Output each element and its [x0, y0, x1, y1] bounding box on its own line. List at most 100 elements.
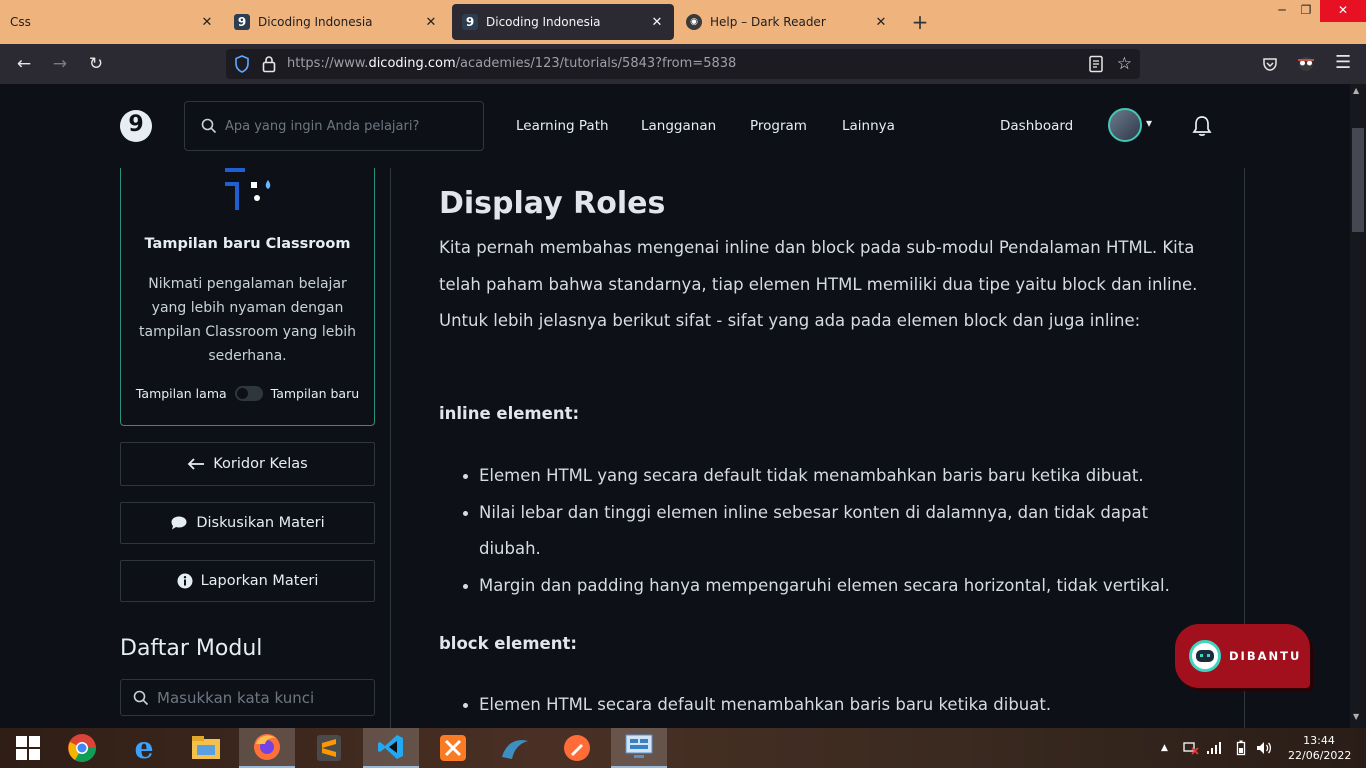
dicoding-favicon-icon: 9	[462, 14, 478, 30]
firefox-icon[interactable]	[239, 728, 295, 768]
nav-langganan[interactable]: Langganan	[641, 118, 716, 134]
close-icon[interactable]: ✕	[646, 15, 668, 30]
postman-icon[interactable]	[549, 728, 605, 768]
card-description: Nikmati pengalaman belajar yang lebih ny…	[139, 276, 356, 364]
site-search[interactable]	[184, 101, 484, 151]
daftar-modul-heading: Daftar Modul	[120, 636, 263, 661]
arrow-left-icon	[187, 458, 205, 470]
tab-title: Dicoding Indonesia	[486, 15, 601, 29]
browser-tab-active[interactable]: 9 Dicoding Indonesia ✕	[452, 4, 674, 40]
classroom-promo-card: Tampilan baru Classroom Nikmati pengalam…	[120, 168, 375, 426]
avatar[interactable]	[1108, 108, 1142, 142]
list-item: Elemen HTML secara default menambahkan b…	[463, 687, 1203, 724]
close-icon[interactable]: ✕	[196, 15, 218, 30]
back-icon[interactable]: ←	[12, 52, 36, 76]
article-title: Display Roles	[439, 186, 666, 221]
pocket-icon[interactable]	[1262, 56, 1278, 72]
dicoding-logo[interactable]: 9	[120, 110, 152, 142]
reload-icon[interactable]: ↻	[84, 52, 108, 76]
close-icon[interactable]: ✕	[420, 15, 442, 30]
tray-expand-icon[interactable]: ▲	[1161, 743, 1168, 753]
bookmark-star-icon[interactable]: ☆	[1117, 54, 1132, 74]
list-item: Nilai lebar dan tinggi elemen inline seb…	[463, 495, 1203, 568]
close-icon[interactable]: ✕	[870, 15, 892, 30]
hamburger-menu-icon[interactable]: ☰	[1335, 52, 1351, 73]
modul-search[interactable]	[120, 679, 375, 716]
chat-bubble-icon	[171, 516, 187, 530]
chrome-icon[interactable]	[54, 728, 110, 768]
lock-icon[interactable]	[262, 55, 276, 73]
url-path: /academies/123/tutorials/5843?from=5838	[455, 56, 737, 71]
laporkan-materi-button[interactable]: Laporkan Materi	[120, 560, 375, 602]
dark-reader-extension-icon[interactable]	[1296, 56, 1316, 72]
address-bar[interactable]: https://www.dicoding.com/academies/123/t…	[226, 49, 1140, 79]
vscode-icon[interactable]	[363, 728, 419, 768]
button-label: Koridor Kelas	[213, 456, 308, 472]
modul-search-input[interactable]	[157, 687, 367, 709]
windows-start-icon[interactable]	[0, 728, 56, 768]
browser-tab[interactable]: ◉ Help – Dark Reader ✕	[676, 0, 898, 44]
window-close-icon[interactable]: ✕	[1320, 0, 1366, 22]
mysql-workbench-icon[interactable]	[487, 728, 543, 768]
block-element-heading: block element:	[439, 634, 577, 653]
info-icon	[177, 573, 193, 589]
view-toggle-switch[interactable]	[234, 386, 263, 401]
bell-icon[interactable]	[1191, 114, 1213, 138]
sublime-text-icon[interactable]	[301, 728, 357, 768]
nav-dashboard[interactable]: Dashboard	[1000, 118, 1073, 134]
battery-icon[interactable]	[1236, 740, 1246, 756]
toggle-label-old: Tampilan lama	[135, 386, 227, 401]
list-item: Margin dan padding hanya mempengaruhi el…	[463, 568, 1203, 605]
scroll-down-icon[interactable]: ▼	[1353, 712, 1359, 721]
browser-tab[interactable]: 9 Dicoding Indonesia ✕	[224, 0, 448, 44]
diskusikan-materi-button[interactable]: Diskusikan Materi	[120, 502, 375, 544]
scroll-up-icon[interactable]: ▲	[1353, 86, 1359, 95]
network-disconnected-icon[interactable]	[1183, 741, 1199, 755]
inline-element-list: Elemen HTML yang secara default tidak me…	[463, 458, 1203, 604]
dibantu-label: DIBANTU	[1229, 649, 1302, 663]
toggle-label-new: Tampilan baru	[270, 386, 360, 401]
clock-time: 13:44	[1303, 734, 1335, 747]
inline-element-heading: inline element:	[439, 404, 580, 423]
url-prefix: https://www.	[287, 56, 369, 71]
dibantu-chat-button[interactable]: DIBANTU	[1175, 624, 1310, 688]
tracking-shield-icon[interactable]	[234, 55, 250, 73]
dicoding-favicon-icon: 9	[234, 14, 250, 30]
browser-tab[interactable]: Css ✕	[0, 0, 224, 44]
tab-title: Help – Dark Reader	[710, 15, 826, 29]
page-scrollbar[interactable]: ▲ ▼	[1350, 84, 1366, 728]
forward-icon[interactable]: →	[48, 52, 72, 76]
koridor-kelas-button[interactable]: Koridor Kelas	[120, 442, 375, 486]
scrollbar-thumb[interactable]	[1352, 128, 1364, 232]
signal-icon[interactable]	[1206, 741, 1222, 755]
article-intro: Kita pernah membahas mengenai inline dan…	[439, 238, 1198, 330]
url-text[interactable]: https://www.dicoding.com/academies/123/t…	[287, 56, 736, 71]
nav-program[interactable]: Program	[750, 118, 807, 134]
classroom-illustration-icon	[225, 168, 271, 210]
robot-icon	[1189, 640, 1221, 672]
tab-title: Css	[10, 15, 31, 29]
volume-icon[interactable]	[1255, 740, 1273, 756]
control-panel-icon[interactable]	[611, 728, 667, 768]
button-label: Diskusikan Materi	[196, 515, 325, 531]
system-clock[interactable]: 13:44 22/06/2022	[1288, 733, 1352, 763]
clock-date: 22/06/2022	[1288, 749, 1352, 762]
new-tab-icon[interactable]: +	[908, 10, 932, 34]
reader-view-icon[interactable]	[1088, 55, 1104, 73]
search-icon	[133, 690, 149, 706]
browser-nav-bar: ← → ↻ https://www.dicoding.com/academies…	[0, 44, 1366, 84]
view-toggle-row: Tampilan lama Tampilan baru	[121, 386, 374, 401]
xampp-icon[interactable]	[425, 728, 481, 768]
windows-taskbar: e ▲ 13:44 22/06/2022	[0, 728, 1366, 768]
nav-lainnya[interactable]: Lainnya	[842, 118, 895, 134]
card-title: Tampilan baru Classroom	[144, 236, 351, 252]
restore-icon[interactable]: ❐	[1292, 0, 1320, 22]
nav-learning-path[interactable]: Learning Path	[516, 118, 609, 134]
button-label: Laporkan Materi	[200, 573, 319, 589]
file-explorer-icon[interactable]	[178, 728, 234, 768]
internet-explorer-icon[interactable]: e	[116, 728, 172, 768]
block-element-list: Elemen HTML secara default menambahkan b…	[463, 687, 1203, 724]
url-domain: dicoding.com	[368, 56, 456, 71]
chevron-down-icon[interactable]: ▾	[1146, 116, 1152, 130]
search-input[interactable]	[225, 114, 475, 138]
